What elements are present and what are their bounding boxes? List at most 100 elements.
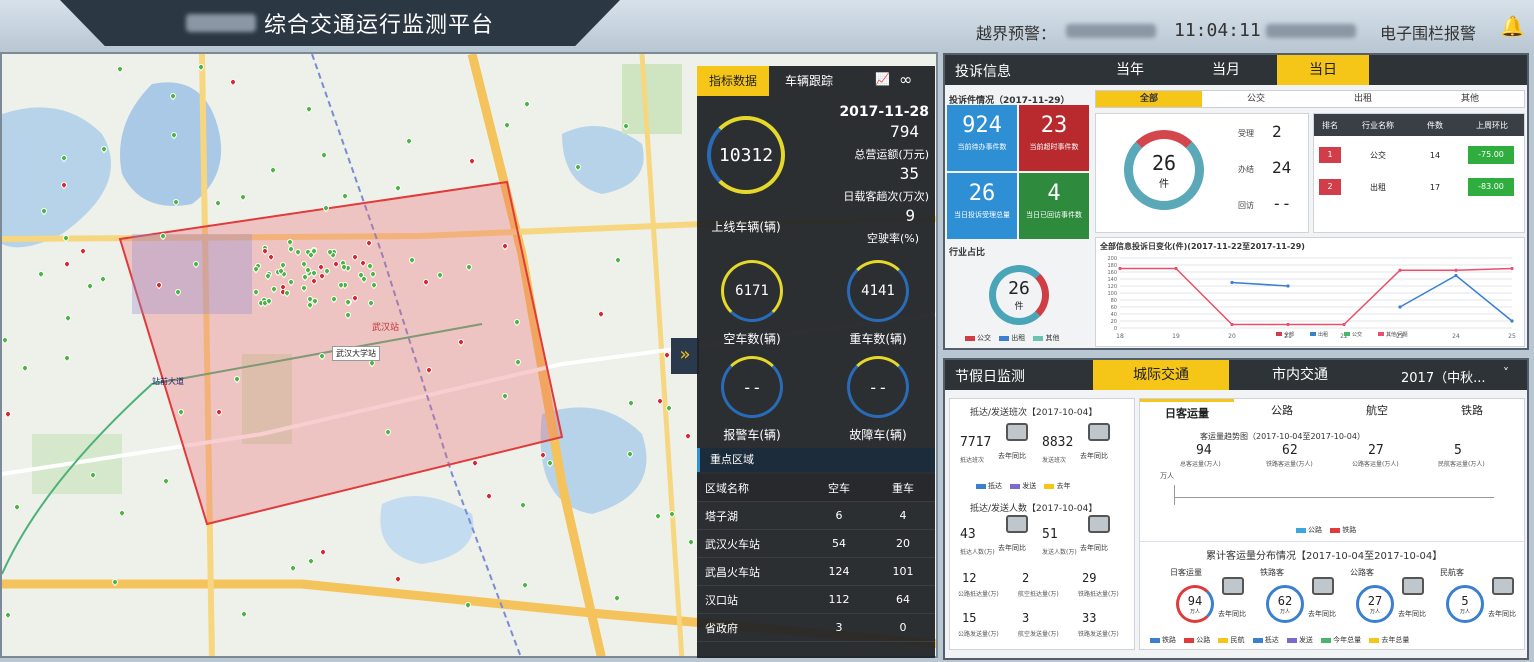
data-point[interactable] bbox=[1230, 280, 1234, 285]
vehicle-pin-icon[interactable] bbox=[266, 252, 276, 262]
tab-city[interactable]: 市内交通 bbox=[1245, 360, 1355, 390]
vehicle-pin-icon[interactable] bbox=[154, 280, 164, 290]
vehicle-pin-icon[interactable] bbox=[214, 407, 224, 417]
vehicle-pin-icon[interactable] bbox=[99, 144, 109, 154]
filter-taxi[interactable]: 出租 bbox=[1310, 91, 1416, 107]
vehicle-pin-icon[interactable] bbox=[161, 476, 171, 486]
vehicle-pin-icon[interactable] bbox=[364, 238, 374, 248]
vehicle-pin-icon[interactable] bbox=[36, 269, 46, 279]
data-point[interactable] bbox=[1174, 266, 1178, 271]
vehicle-pin-icon[interactable] bbox=[686, 537, 696, 547]
vehicle-pin-icon[interactable] bbox=[404, 136, 414, 146]
vehicle-pin-icon[interactable] bbox=[573, 162, 583, 172]
vehicle-pin-icon[interactable] bbox=[176, 407, 186, 417]
rank-row[interactable]: 2 出租 17 -83.00 bbox=[1314, 176, 1524, 198]
vehicle-pin-icon[interactable] bbox=[3, 409, 13, 419]
zone-row[interactable]: 塔子湖 6 4 bbox=[697, 502, 935, 530]
mode-tab[interactable]: 日客运量 bbox=[1140, 399, 1234, 423]
vehicle-pin-icon[interactable] bbox=[467, 156, 477, 166]
vehicle-pin-icon[interactable] bbox=[110, 577, 120, 587]
vehicle-pin-icon[interactable] bbox=[88, 470, 98, 480]
vehicle-pin-icon[interactable] bbox=[350, 252, 360, 262]
vehicle-pin-icon[interactable] bbox=[522, 99, 532, 109]
vehicle-pin-icon[interactable] bbox=[621, 121, 631, 131]
vehicle-pin-icon[interactable] bbox=[667, 509, 677, 519]
vehicle-pin-icon[interactable] bbox=[545, 458, 555, 468]
vehicle-pin-icon[interactable] bbox=[502, 120, 512, 130]
vehicle-pin-icon[interactable] bbox=[12, 502, 22, 512]
vehicle-pin-icon[interactable] bbox=[653, 511, 663, 521]
vehicle-pin-icon[interactable] bbox=[383, 427, 393, 437]
mode-tab[interactable]: 公路 bbox=[1235, 399, 1329, 423]
vehicle-pin-icon[interactable] bbox=[625, 449, 635, 459]
vehicle-pin-icon[interactable] bbox=[306, 556, 316, 566]
fence-alert-label[interactable]: 电子围栏报警 bbox=[1380, 20, 1476, 44]
vehicle-pin-icon[interactable] bbox=[39, 206, 49, 216]
vehicle-pin-icon[interactable] bbox=[61, 233, 71, 243]
vehicle-pin-icon[interactable] bbox=[393, 574, 403, 584]
vehicle-pin-icon[interactable] bbox=[78, 246, 88, 256]
vehicle-pin-icon[interactable] bbox=[340, 191, 350, 201]
vehicle-pin-icon[interactable] bbox=[173, 287, 183, 297]
vehicle-pin-icon[interactable] bbox=[512, 317, 522, 327]
vehicle-pin-icon[interactable] bbox=[520, 580, 530, 590]
vehicle-pin-icon[interactable] bbox=[213, 198, 223, 208]
expand-panel-button[interactable]: » bbox=[671, 338, 699, 374]
zone-row[interactable]: 武昌火车站 124 101 bbox=[697, 558, 935, 586]
tab-month[interactable]: 当月 bbox=[1181, 55, 1271, 85]
vehicle-pin-icon[interactable] bbox=[319, 150, 329, 160]
bell-icon[interactable]: 🔔 bbox=[1500, 14, 1525, 38]
vehicle-pin-icon[interactable] bbox=[169, 130, 179, 140]
vehicle-pin-icon[interactable] bbox=[191, 259, 201, 269]
data-point[interactable] bbox=[1398, 305, 1402, 309]
vehicle-pin-icon[interactable] bbox=[171, 197, 181, 207]
data-point[interactable] bbox=[1286, 322, 1290, 327]
vehicle-pin-icon[interactable] bbox=[62, 259, 72, 269]
tab-indicator-data[interactable]: 指标数据 bbox=[697, 66, 769, 96]
vehicle-pin-icon[interactable] bbox=[3, 610, 13, 620]
vehicle-pin-icon[interactable] bbox=[518, 500, 528, 510]
vehicle-pin-icon[interactable] bbox=[329, 294, 339, 304]
vehicle-pin-icon[interactable] bbox=[228, 77, 238, 87]
vehicle-pin-icon[interactable] bbox=[309, 276, 319, 286]
holiday-select[interactable]: 2017（中秋... bbox=[1401, 367, 1485, 386]
vehicle-pin-icon[interactable] bbox=[662, 350, 672, 360]
vehicle-pin-icon[interactable] bbox=[470, 458, 480, 468]
data-point[interactable] bbox=[1510, 266, 1514, 271]
filter-all[interactable]: 全部 bbox=[1096, 91, 1202, 107]
vehicle-pin-icon[interactable] bbox=[232, 374, 242, 384]
vehicle-pin-icon[interactable] bbox=[299, 283, 309, 293]
vehicle-pin-icon[interactable] bbox=[393, 183, 403, 193]
vehicle-pin-icon[interactable] bbox=[343, 310, 353, 320]
zone-row[interactable]: 武汉火车站 54 20 bbox=[697, 530, 935, 558]
tab-vehicle-tracking[interactable]: 车辆跟踪 bbox=[773, 66, 845, 96]
vehicle-pin-icon[interactable] bbox=[59, 180, 69, 190]
vehicle-pin-icon[interactable] bbox=[321, 203, 331, 213]
tab-year[interactable]: 当年 bbox=[1085, 55, 1175, 85]
vehicle-pin-icon[interactable] bbox=[664, 403, 674, 413]
vehicle-pin-icon[interactable] bbox=[117, 508, 127, 518]
vehicle-pin-icon[interactable] bbox=[500, 241, 510, 251]
vehicle-pin-icon[interactable] bbox=[424, 365, 434, 375]
vehicle-pin-icon[interactable] bbox=[435, 270, 445, 280]
vehicle-pin-icon[interactable] bbox=[366, 298, 376, 308]
chevron-down-icon[interactable]: ˅ bbox=[1503, 366, 1509, 380]
vehicle-pin-icon[interactable] bbox=[613, 255, 623, 265]
vehicle-pin-icon[interactable] bbox=[59, 153, 69, 163]
vehicle-pin-icon[interactable] bbox=[62, 353, 72, 363]
data-point[interactable] bbox=[1286, 284, 1290, 288]
vehicle-pin-icon[interactable] bbox=[63, 313, 73, 323]
vehicle-pin-icon[interactable] bbox=[115, 64, 125, 74]
filter-other[interactable]: 其他 bbox=[1417, 91, 1523, 107]
vehicle-pin-icon[interactable] bbox=[286, 277, 296, 287]
vehicle-pin-icon[interactable] bbox=[285, 237, 295, 247]
filter-bus[interactable]: 公交 bbox=[1203, 91, 1309, 107]
data-point[interactable] bbox=[1454, 273, 1458, 278]
vehicle-pin-icon[interactable] bbox=[85, 281, 95, 291]
data-point[interactable] bbox=[1118, 266, 1122, 271]
vehicle-pin-icon[interactable] bbox=[596, 309, 606, 319]
tab-day[interactable]: 当日 bbox=[1277, 55, 1369, 85]
vehicle-pin-icon[interactable] bbox=[282, 288, 292, 298]
vehicle-pin-icon[interactable] bbox=[369, 280, 379, 290]
data-point[interactable] bbox=[1342, 322, 1346, 327]
